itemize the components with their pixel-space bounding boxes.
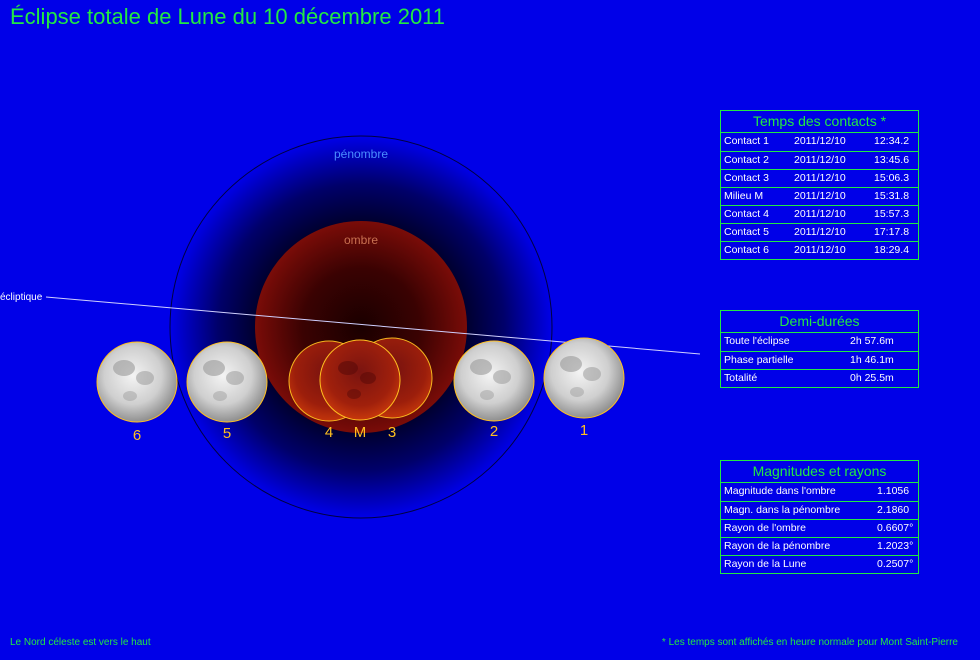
magnitudes-row: Rayon de la Lune 0.2507° bbox=[721, 555, 918, 573]
contacts-date-cell: 2011/12/10 bbox=[794, 135, 846, 147]
durations-label-cell: Phase partielle bbox=[724, 354, 794, 366]
magnitudes-label-cell: Rayon de la pénombre bbox=[724, 540, 831, 552]
moon-label-3: 3 bbox=[388, 424, 396, 441]
durations-label-cell: Toute l'éclipse bbox=[724, 335, 790, 347]
moon-position-m bbox=[319, 339, 401, 421]
magnitudes-label-cell: Rayon de l'ombre bbox=[724, 522, 806, 534]
durations-panel: Demi-durées Toute l'éclipse 2h 57.6m Phase… bbox=[720, 310, 919, 388]
contacts-date-cell: 2011/12/10 bbox=[794, 244, 846, 256]
contacts-row: Contact 2 2011/12/10 13:45.6 bbox=[721, 151, 918, 169]
moon-label-m: M bbox=[354, 424, 367, 441]
magnitudes-panel-title: Magnitudes et rayons bbox=[721, 461, 918, 483]
contacts-row: Contact 5 2011/12/10 17:17.8 bbox=[721, 223, 918, 241]
magnitudes-label-cell: Magnitude dans l'ombre bbox=[724, 485, 836, 497]
magnitudes-value-cell: 1.2023° bbox=[877, 540, 914, 552]
footer-north-note: Le Nord céleste est vers le haut bbox=[10, 637, 151, 648]
contacts-table: Contact 1 2011/12/10 12:34.2 Contact 2 2011/… bbox=[721, 133, 918, 259]
contacts-date-cell: 2011/12/10 bbox=[794, 226, 846, 238]
durations-value-cell: 1h 46.1m bbox=[850, 354, 894, 366]
moon-label-6: 6 bbox=[133, 427, 141, 444]
contacts-time-cell: 15:31.8 bbox=[874, 190, 910, 202]
moon-position-1 bbox=[543, 337, 625, 419]
ecliptic-label: écliptique bbox=[0, 292, 43, 303]
contacts-time-cell: 18:29.4 bbox=[874, 244, 910, 256]
footer-time-note: * Les temps sont affichés en heure norma… bbox=[661, 637, 958, 648]
contacts-date-cell: 2011/12/10 bbox=[794, 190, 846, 202]
contacts-date-cell: 2011/12/10 bbox=[794, 172, 846, 184]
penumbra-label: pénombre bbox=[334, 147, 388, 161]
magnitudes-panel: Magnitudes et rayons Magnitude dans l'om… bbox=[720, 460, 919, 574]
magnitudes-label-cell: Magn. dans la pénombre bbox=[724, 504, 841, 516]
contacts-label-cell: Contact 2 bbox=[724, 154, 769, 166]
moon-label-2: 2 bbox=[490, 423, 498, 440]
magnitudes-row: Rayon de l'ombre 0.6607° bbox=[721, 519, 918, 537]
magnitudes-row: Magn. dans la pénombre 2.1860 bbox=[721, 501, 918, 519]
umbra-label: ombre bbox=[344, 233, 378, 247]
magnitudes-row: Magnitude dans l'ombre 1.1056 bbox=[721, 483, 918, 501]
contacts-panel: Temps des contacts * Contact 1 2011/12/10… bbox=[720, 110, 919, 260]
durations-row: Toute l'éclipse 2h 57.6m bbox=[721, 333, 918, 351]
moon-label-4: 4 bbox=[325, 424, 333, 441]
contacts-time-cell: 15:06.3 bbox=[874, 172, 910, 184]
durations-row: Totalité 0h 25.5m bbox=[721, 369, 918, 387]
durations-table: Toute l'éclipse 2h 57.6m Phase partielle 1h… bbox=[721, 333, 918, 387]
moon-position-5 bbox=[186, 341, 268, 423]
magnitudes-row: Rayon de la pénombre 1.2023° bbox=[721, 537, 918, 555]
moon-position-6 bbox=[96, 341, 178, 423]
magnitudes-label-cell: Rayon de la Lune bbox=[724, 558, 807, 570]
contacts-row: Contact 6 2011/12/10 18:29.4 bbox=[721, 241, 918, 259]
contacts-label-cell: Contact 5 bbox=[724, 226, 769, 238]
magnitudes-value-cell: 2.1860 bbox=[877, 504, 910, 516]
magnitudes-value-cell: 1.1056 bbox=[877, 485, 910, 497]
contacts-label-cell: Contact 6 bbox=[724, 244, 769, 256]
contacts-label-cell: Contact 1 bbox=[724, 135, 769, 147]
moon-label-1: 1 bbox=[580, 422, 588, 439]
contacts-time-cell: 12:34.2 bbox=[874, 135, 910, 147]
contacts-label-cell: Contact 4 bbox=[724, 208, 769, 220]
contacts-date-cell: 2011/12/10 bbox=[794, 154, 846, 166]
contacts-panel-title: Temps des contacts * bbox=[721, 111, 918, 133]
contacts-label-cell: Milieu M bbox=[724, 190, 764, 202]
moon-label-5: 5 bbox=[223, 425, 231, 442]
magnitudes-table: Magnitude dans l'ombre 1.1056 Magn. dans l… bbox=[721, 483, 918, 573]
durations-panel-title: Demi-durées bbox=[721, 311, 918, 333]
contacts-row: Contact 3 2011/12/10 15:06.3 bbox=[721, 169, 918, 187]
contacts-row: Contact 4 2011/12/10 15:57.3 bbox=[721, 205, 918, 223]
durations-value-cell: 0h 25.5m bbox=[850, 372, 894, 384]
magnitudes-value-cell: 0.6607° bbox=[877, 522, 914, 534]
durations-row: Phase partielle 1h 46.1m bbox=[721, 351, 918, 369]
moon-position-2 bbox=[453, 340, 535, 422]
durations-label-cell: Totalité bbox=[724, 372, 758, 384]
contacts-date-cell: 2011/12/10 bbox=[794, 208, 846, 220]
magnitudes-value-cell: 0.2507° bbox=[877, 558, 914, 570]
contacts-time-cell: 13:45.6 bbox=[874, 154, 910, 166]
contacts-row: Contact 1 2011/12/10 12:34.2 bbox=[721, 133, 918, 151]
contacts-row: Milieu M 2011/12/10 15:31.8 bbox=[721, 187, 918, 205]
contacts-label-cell: Contact 3 bbox=[724, 172, 769, 184]
durations-value-cell: 2h 57.6m bbox=[850, 335, 894, 347]
contacts-time-cell: 15:57.3 bbox=[874, 208, 910, 220]
contacts-time-cell: 17:17.8 bbox=[874, 226, 910, 238]
